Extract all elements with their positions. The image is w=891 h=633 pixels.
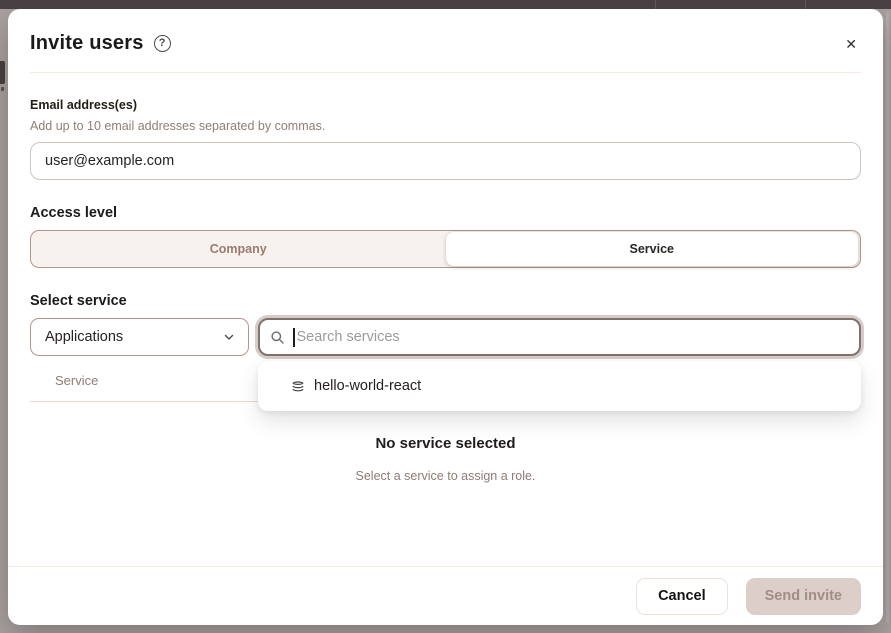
search-icon <box>270 330 285 345</box>
dialog-title: Invite users <box>30 32 144 55</box>
email-label: Email address(es) <box>30 98 861 112</box>
background-page-fragment <box>1 87 4 91</box>
close-icon[interactable]: ✕ <box>841 35 861 53</box>
access-level-label: Access level <box>30 205 861 221</box>
dialog-header: Invite users ? ✕ <box>8 9 883 73</box>
background-topbar <box>0 0 891 9</box>
chevron-down-icon <box>223 331 235 343</box>
search-placeholder: Search services <box>297 329 400 345</box>
service-picker-row: Applications Search services <box>30 318 861 356</box>
email-field[interactable] <box>30 142 861 180</box>
email-helper-text: Add up to 10 email addresses separated b… <box>30 119 861 133</box>
invite-users-dialog: Invite users ? ✕ Email address(es) Add u… <box>8 9 883 625</box>
empty-state-subtitle: Select a service to assign a role. <box>30 469 861 483</box>
dialog-footer: Cancel Send invite <box>8 566 883 625</box>
search-result-item[interactable]: hello-world-react <box>314 378 421 394</box>
layers-icon <box>291 379 305 394</box>
search-services-input[interactable]: Search services <box>258 318 861 356</box>
text-caret <box>293 328 295 347</box>
empty-state: No service selected Select a service to … <box>30 435 861 483</box>
access-level-segmented-control: Company Service <box>30 230 861 268</box>
page-scrollbar[interactable] <box>886 12 889 623</box>
help-icon[interactable]: ? <box>154 35 171 52</box>
service-category-value: Applications <box>45 329 123 345</box>
service-category-select[interactable]: Applications <box>30 318 249 356</box>
segment-service[interactable]: Service <box>446 232 859 266</box>
empty-state-title: No service selected <box>30 435 861 452</box>
select-service-label: Select service <box>30 293 861 309</box>
segment-company[interactable]: Company <box>31 231 446 267</box>
dialog-body: Email address(es) Add up to 10 email add… <box>8 73 883 566</box>
cancel-button[interactable]: Cancel <box>636 578 728 615</box>
topbar-separator <box>805 0 806 9</box>
send-invite-button[interactable]: Send invite <box>746 578 861 615</box>
background-page-fragment <box>0 61 5 84</box>
topbar-separator <box>655 0 656 9</box>
search-results-dropdown: hello-world-react <box>258 361 861 411</box>
